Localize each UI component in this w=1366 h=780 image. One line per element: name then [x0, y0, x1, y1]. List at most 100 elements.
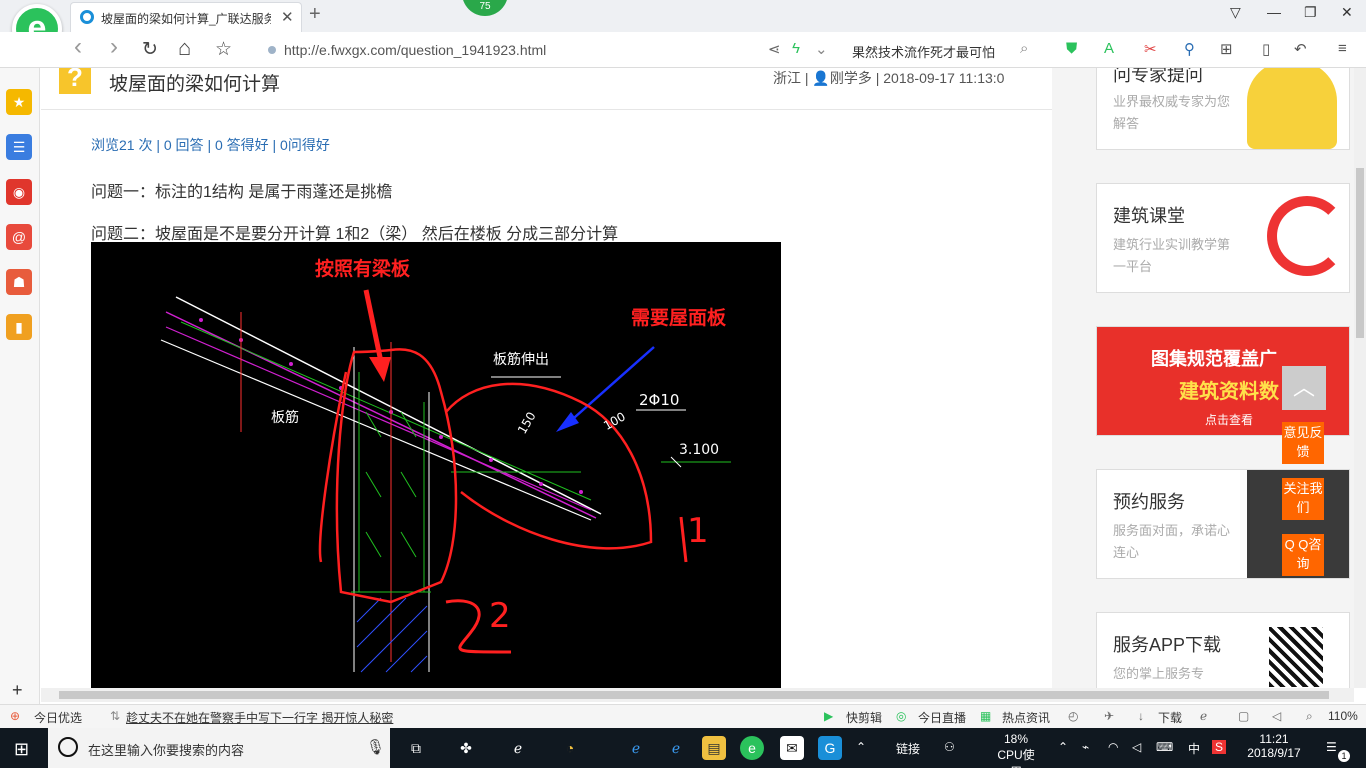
magnifier-icon[interactable]: ⚲: [1184, 40, 1195, 58]
pin-icon[interactable]: ✈: [1104, 709, 1114, 723]
edge-icon[interactable]: ℯ: [624, 736, 648, 760]
microphone-icon[interactable]: 🎙: [366, 738, 385, 756]
volume-icon[interactable]: ◁: [1272, 709, 1281, 723]
sogou-ime-icon[interactable]: S: [1212, 740, 1227, 754]
skin-icon[interactable]: ▽: [1230, 4, 1241, 21]
qr-code-icon: [1269, 627, 1323, 687]
search-icon[interactable]: ⌕: [1020, 40, 1028, 57]
menu-icon[interactable]: ≡: [1338, 40, 1347, 57]
zoom-icon[interactable]: ⌕: [1306, 709, 1313, 724]
ticker-arrows-icon[interactable]: ⇅: [110, 709, 120, 723]
vertical-scroll-thumb[interactable]: [1356, 168, 1364, 338]
forward-icon[interactable]: ›: [110, 33, 118, 61]
start-windows-icon[interactable]: ⊞: [14, 739, 29, 760]
weibo-icon[interactable]: ◉: [6, 179, 32, 205]
ie-mode-icon[interactable]: ℯ: [1200, 709, 1207, 723]
clock[interactable]: 11:21 2018/9/17: [1246, 732, 1302, 760]
cpu-widget[interactable]: 18% CPU使用: [994, 732, 1038, 780]
horizontal-scrollbar[interactable]: [41, 688, 1354, 702]
bookmark-star-icon[interactable]: ☆: [215, 38, 232, 61]
notification-app-icon[interactable]: ◔: [558, 736, 582, 760]
url-bar[interactable]: http://e.fwxgx.com/question_1941923.html: [262, 36, 752, 64]
shield-icon[interactable]: ⛊: [1066, 40, 1077, 57]
link-label[interactable]: 链接: [896, 740, 920, 757]
task-view-icon[interactable]: ⧉: [404, 736, 428, 760]
fan-app-icon[interactable]: ✤: [454, 736, 478, 760]
edge-old-icon[interactable]: ℯ: [506, 736, 530, 760]
ask-expert-card[interactable]: 问专家提问 业界最权威专家为您解答: [1096, 68, 1350, 150]
news-ticker[interactable]: 果然技术流作死才最可怕: [852, 42, 995, 61]
action-center-icon[interactable]: ☰: [1326, 740, 1337, 754]
today-pick[interactable]: 今日优选: [34, 709, 82, 726]
download-icon[interactable]: ↓: [1138, 709, 1144, 723]
today-live[interactable]: 今日直播: [918, 709, 966, 726]
notes-icon[interactable]: ▮: [6, 314, 32, 340]
feedback-button[interactable]: 意见反馈: [1282, 422, 1324, 464]
cortana-icon[interactable]: [58, 737, 78, 757]
refresh-icon[interactable]: ↻: [142, 38, 158, 61]
score-badge[interactable]: 75: [462, 0, 508, 16]
horizontal-scroll-thumb[interactable]: [59, 691, 1329, 699]
minimize-button[interactable]: —: [1267, 4, 1281, 20]
notification-count: 1: [1338, 750, 1350, 762]
card-title: 建筑课堂: [1113, 206, 1185, 226]
headline-link[interactable]: 趁丈夫不在她在警察手中写下一行字 揭开惊人秘密: [126, 709, 393, 726]
search-placeholder[interactable]: 在这里输入你要搜索的内容: [88, 740, 244, 759]
network-icon[interactable]: ◴: [1068, 709, 1078, 723]
card-subtitle: 业界最权威专家为您解答: [1113, 94, 1231, 131]
device-icon[interactable]: ▯: [1262, 40, 1270, 58]
question-line-2: 问题二：坡屋面是不是要分开计算 1和2（梁） 然后在楼板 分成三部分计算: [91, 226, 619, 243]
speaker-icon[interactable]: ◁: [1132, 740, 1141, 754]
card-subtitle: 您的掌上服务专: [1113, 666, 1205, 681]
ime-label[interactable]: 中: [1188, 740, 1200, 757]
share-icon[interactable]: ⋖: [768, 40, 781, 58]
window-icon[interactable]: ▢: [1238, 709, 1249, 723]
card-title: 服务APP下载: [1113, 635, 1222, 655]
qq-consult-button[interactable]: Q Q咨询: [1282, 534, 1324, 576]
close-window-button[interactable]: ✕: [1341, 4, 1353, 21]
browser-tab[interactable]: 坡屋面的梁如何计算_广联达服务 ✕: [70, 2, 302, 32]
game-icon[interactable]: ☗: [6, 269, 32, 295]
tray-overflow-icon[interactable]: ⌃: [856, 740, 866, 754]
360-browser-icon[interactable]: e: [740, 736, 764, 760]
url-text[interactable]: http://e.fwxgx.com/question_1941923.html: [284, 42, 546, 58]
taskbar-search[interactable]: 在这里输入你要搜索的内容 🎙: [48, 728, 390, 768]
mail-app-icon[interactable]: ✉: [780, 736, 804, 760]
power-icon[interactable]: ⌁: [1082, 740, 1089, 754]
scissors-icon[interactable]: ✂: [1144, 40, 1157, 58]
vertical-scrollbar[interactable]: [1354, 68, 1366, 688]
mail-icon[interactable]: @: [6, 224, 32, 250]
quick-clip[interactable]: 快剪辑: [846, 709, 882, 726]
file-explorer-icon[interactable]: ▤: [702, 736, 726, 760]
news-icon[interactable]: ☰: [6, 134, 32, 160]
question-stats[interactable]: 浏览21 次 | 0 回答 | 0 答得好 | 0问得好: [91, 135, 330, 155]
banner-line-1: 图集规范覆盖广: [1151, 349, 1277, 369]
wifi-icon[interactable]: ◠: [1108, 740, 1118, 754]
user-icon[interactable]: ⚇: [944, 740, 955, 754]
ie-icon[interactable]: ℯ: [664, 736, 688, 760]
favorites-icon[interactable]: ★: [6, 89, 32, 115]
undo-icon[interactable]: ↶: [1294, 40, 1307, 58]
back-to-top-button[interactable]: ︿: [1282, 366, 1326, 410]
back-icon[interactable]: ‹: [74, 33, 82, 61]
maximize-button[interactable]: ❐: [1304, 4, 1317, 21]
new-tab-button[interactable]: +: [309, 3, 321, 26]
tab-close-icon[interactable]: ✕: [281, 8, 294, 26]
chevron-down-icon[interactable]: ⌄: [815, 40, 828, 58]
speed-bolt-icon[interactable]: ϟ: [792, 40, 800, 57]
download-label[interactable]: 下载: [1158, 709, 1182, 726]
home-icon[interactable]: ⌂: [178, 35, 191, 61]
hot-news[interactable]: 热点资讯: [1002, 709, 1050, 726]
building-class-card[interactable]: 建筑课堂 建筑行业实训教学第一平台: [1096, 183, 1350, 293]
keyboard-icon[interactable]: ⌨: [1156, 740, 1173, 754]
clip-icon: ▶: [824, 709, 834, 723]
banner-button[interactable]: 点击查看: [1205, 411, 1253, 428]
sidebar-add-button[interactable]: +: [12, 680, 23, 701]
translate-icon[interactable]: A: [1104, 40, 1114, 57]
tray-chevron-icon[interactable]: ⌃: [1058, 740, 1068, 754]
apps-grid-icon[interactable]: ⊞: [1220, 40, 1233, 58]
app-download-card[interactable]: 服务APP下载 您的掌上服务专: [1096, 612, 1350, 688]
blue-app-icon[interactable]: G: [818, 736, 842, 760]
zoom-level[interactable]: 110%: [1328, 709, 1358, 723]
follow-us-button[interactable]: 关注我们: [1282, 478, 1324, 520]
